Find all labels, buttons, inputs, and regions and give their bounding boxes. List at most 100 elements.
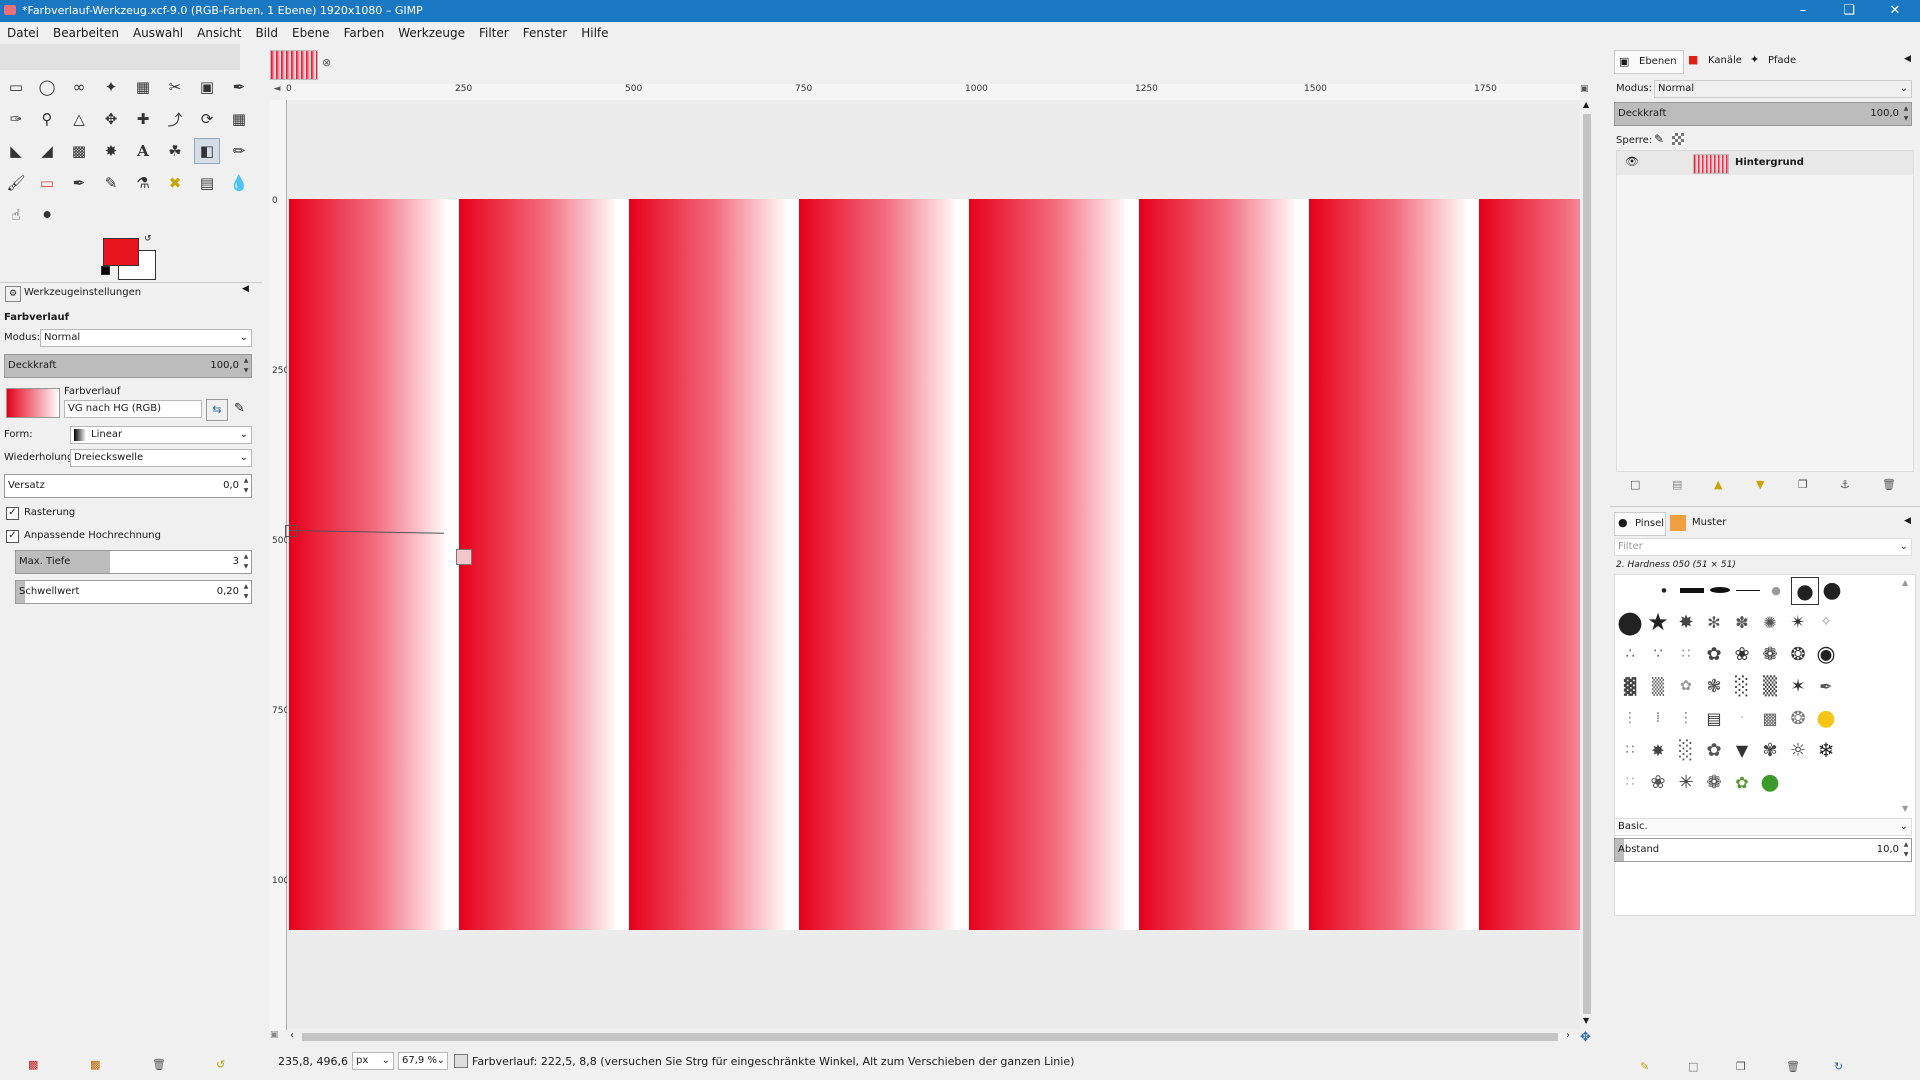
brush-texture[interactable]: ❁	[1757, 641, 1783, 667]
brush-texture[interactable]: ∴	[1617, 641, 1643, 667]
tool-options-tab[interactable]: Werkzeugeinstellungen	[24, 287, 141, 298]
opacity-slider[interactable]: Deckkraft 100,0 ▲ ▼	[4, 354, 252, 378]
clone-icon[interactable]: ⚗	[130, 170, 156, 196]
spin-buttons[interactable]: ▲ ▼	[242, 582, 250, 602]
brush-texture[interactable]: ❀	[1645, 769, 1671, 795]
gradient-icon[interactable]: ◧	[194, 138, 220, 164]
perspective-clone-icon[interactable]: ▤	[194, 170, 220, 196]
tab-layers[interactable]: ▣ Ebenen	[1614, 50, 1684, 74]
brush-filter-input[interactable]: Filter ⌄	[1614, 538, 1912, 556]
horizontal-scrollbar[interactable]: ‹ ›	[286, 1030, 1580, 1044]
menu-hilfe[interactable]: Hilfe	[574, 22, 615, 44]
repeat-dropdown[interactable]: Dreieckswelle ⌄	[70, 449, 252, 467]
vertical-scroll-thumb[interactable]	[1583, 114, 1591, 1014]
edit-brush-icon[interactable]: ✎	[1640, 1060, 1649, 1073]
brush-texture[interactable]: ✴	[1785, 609, 1811, 635]
menu-filter[interactable]: Filter	[472, 22, 516, 44]
smudge-icon[interactable]: ☝	[3, 202, 29, 228]
panel-menu-icon[interactable]: ◀	[1904, 516, 1911, 526]
brush-texture[interactable]: ∷	[1617, 737, 1643, 763]
brush-hardness-050[interactable]: ●	[1791, 577, 1819, 605]
edit-gradient-icon[interactable]: ✎	[234, 401, 245, 416]
restore-options-icon[interactable]: ▩	[90, 1058, 100, 1071]
handle-transform-icon[interactable]: ✸	[98, 138, 124, 164]
new-layer-group-icon[interactable]: ▤	[1672, 478, 1682, 491]
bucket-fill-icon[interactable]: ☘	[162, 138, 188, 164]
brush-texture[interactable]: ✺	[1757, 609, 1783, 635]
max-depth-slider[interactable]: Max. Tiefe 3 ▲ ▼	[15, 550, 252, 574]
menu-farben[interactable]: Farben	[337, 22, 392, 44]
layer-row[interactable]: 👁 Hintergrund	[1617, 151, 1913, 175]
brush-hardness-100[interactable]: ●	[1819, 577, 1845, 603]
transform-icon[interactable]: ⤴	[162, 106, 188, 132]
delete-brush-icon[interactable]: 🗑	[1786, 1060, 1800, 1073]
measure-icon[interactable]: △	[66, 106, 92, 132]
layer-name[interactable]: Hintergrund	[1735, 157, 1804, 168]
brush-texture[interactable]: ◉	[1813, 641, 1839, 667]
brush-circle[interactable]: ●	[1617, 605, 1643, 640]
brush-texture[interactable]: ☼	[1785, 737, 1811, 763]
zoom-icon[interactable]: ⚲	[34, 106, 60, 132]
align-icon[interactable]: ✚	[130, 106, 156, 132]
tab-channels[interactable]: ■ Kanäle	[1684, 50, 1746, 72]
lower-layer-icon[interactable]: ▼	[1756, 478, 1764, 491]
gradient-start-handle[interactable]	[285, 525, 297, 537]
menu-datei[interactable]: Datei	[0, 22, 46, 44]
threshold-slider[interactable]: Schwellwert 0,20 ▲ ▼	[15, 580, 252, 604]
brush-texture[interactable]: ❄	[1813, 737, 1839, 763]
new-brush-icon[interactable]: □	[1688, 1060, 1698, 1073]
brush-pixel[interactable]: ●	[1651, 577, 1677, 603]
spin-buttons[interactable]: ▲ ▼	[1902, 104, 1910, 124]
brush-texture[interactable]: ✧	[1813, 609, 1839, 635]
brush-splatter[interactable]: ✸	[1673, 609, 1699, 635]
heal-icon[interactable]: ✖	[162, 170, 188, 196]
zoom-image-icon[interactable]: ▣	[1580, 84, 1594, 98]
anchor-layer-icon[interactable]: ⚓	[1840, 478, 1850, 491]
cage-icon[interactable]: ▩	[66, 138, 92, 164]
eye-icon[interactable]: 👁	[1625, 155, 1639, 168]
eraser-icon[interactable]: ▭	[34, 170, 60, 196]
scissors-select-icon[interactable]: ✂	[162, 74, 188, 100]
warp-icon[interactable]: ⟳	[194, 106, 220, 132]
minimize-icon[interactable]: –	[1780, 0, 1826, 22]
rect-select-icon[interactable]: ▭	[3, 74, 29, 100]
lock-pixels-icon[interactable]: ✎	[1654, 132, 1664, 146]
brush-texture[interactable]: ⋮	[1617, 705, 1643, 731]
crop-icon[interactable]: ▦	[226, 106, 252, 132]
brush-pepper[interactable]: ●	[1757, 769, 1783, 795]
save-options-icon[interactable]: ▩	[28, 1058, 38, 1071]
gradient-end-handle[interactable]	[456, 549, 472, 565]
horizontal-scroll-thumb[interactable]	[302, 1033, 1558, 1041]
navigate-icon[interactable]: ✥	[1580, 1030, 1591, 1045]
brush-texture[interactable]: ▒	[1645, 673, 1671, 699]
menu-ansicht[interactable]: Ansicht	[190, 22, 248, 44]
spin-buttons[interactable]: ▲ ▼	[242, 552, 250, 572]
vertical-scrollbar[interactable]: ▲ ▼	[1580, 100, 1594, 1030]
menu-bild[interactable]: Bild	[248, 22, 285, 44]
brush-preset-dropdown[interactable]: Basic. ⌄	[1614, 818, 1912, 836]
layer-mode-dropdown[interactable]: Normal ⌄	[1654, 80, 1912, 98]
airbrush-icon[interactable]: ✒	[66, 170, 92, 196]
panel-menu-icon[interactable]: ◀	[1904, 54, 1911, 64]
quick-mask-icon[interactable]: ◄	[270, 84, 284, 98]
lock-alpha-icon[interactable]	[1672, 133, 1684, 145]
brush-ellipse[interactable]	[1707, 577, 1733, 603]
default-colors-icon[interactable]	[101, 266, 110, 275]
paintbrush-icon[interactable]: 🖌	[3, 170, 29, 196]
reset-options-icon[interactable]: ↺	[216, 1058, 225, 1071]
pencil-icon[interactable]: ✏	[226, 138, 252, 164]
brush-texture[interactable]: ▼	[1729, 737, 1755, 763]
tab-brushes[interactable]: ● Pinsel	[1614, 512, 1666, 536]
brush-texture[interactable]: ❂	[1785, 641, 1811, 667]
gradient-name-field[interactable]: VG nach HG (RGB)	[64, 400, 202, 418]
color-select-icon[interactable]: ▦	[130, 74, 156, 100]
spin-buttons[interactable]: ▲ ▼	[242, 476, 250, 496]
scroll-right-icon[interactable]: ›	[1566, 1030, 1570, 1041]
brush-texture[interactable]: ❂	[1785, 705, 1811, 731]
tab-patterns[interactable]: Muster	[1668, 512, 1728, 534]
brush-block[interactable]	[1679, 577, 1705, 603]
brush-texture[interactable]: ░	[1729, 673, 1755, 699]
scroll-up-icon[interactable]: ▲	[1583, 100, 1589, 109]
brush-texture[interactable]: ✽	[1729, 609, 1755, 635]
ink-icon[interactable]: ✎	[98, 170, 124, 196]
